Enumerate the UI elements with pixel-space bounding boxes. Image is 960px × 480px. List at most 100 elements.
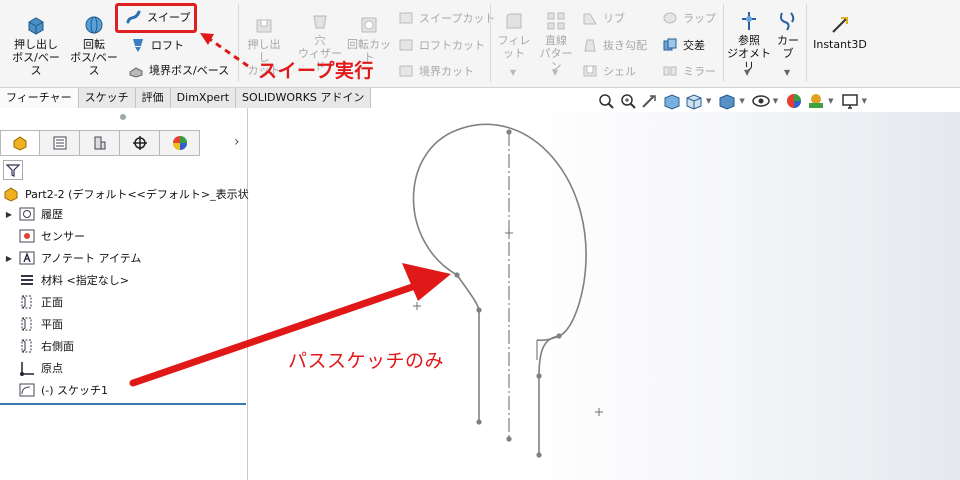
sketch-point[interactable] <box>476 307 482 313</box>
view-orientation-dropdown-icon[interactable]: ▼ <box>706 97 711 105</box>
lofted-cut-label: ロフトカット <box>419 39 485 52</box>
tree-item-material[interactable]: 材料 <指定なし> <box>0 270 129 290</box>
tab-features[interactable]: フィーチャー <box>0 88 79 108</box>
origin-icon <box>20 362 34 376</box>
feature-manager-icon <box>13 136 27 151</box>
sketch-left-neck[interactable] <box>456 274 480 422</box>
shell-label: シェル <box>603 65 636 78</box>
chevron-right-icon[interactable]: › <box>234 134 240 150</box>
apply-scene-icon[interactable] <box>806 92 826 110</box>
center-mark <box>595 408 603 416</box>
sketch-point[interactable] <box>506 436 512 442</box>
sketch-point[interactable] <box>536 373 542 379</box>
center-mark <box>505 229 513 237</box>
swept-cut-button[interactable]: スイープカット <box>398 10 495 26</box>
extrude-boss-button[interactable]: 押し出し ボス/ベース <box>8 14 64 77</box>
tab-dimxpert-manager[interactable] <box>120 130 160 156</box>
tree-item-label: センサー <box>41 230 85 243</box>
tree-item-sketch1[interactable]: (-) スケッチ1 <box>0 380 108 400</box>
tree-item-history[interactable]: ▶ 履歴 <box>0 204 63 224</box>
sketch-point[interactable] <box>476 419 482 425</box>
view-orientation-icon[interactable] <box>684 92 704 110</box>
shell-button[interactable]: シェル <box>582 63 636 79</box>
hide-show-dropdown-icon[interactable]: ▼ <box>773 97 778 105</box>
boundary-boss-button[interactable]: 境界ボス/ベース <box>128 62 229 78</box>
zoom-to-fit-icon[interactable] <box>596 92 616 110</box>
view-settings-icon[interactable] <box>840 92 860 110</box>
section-view-icon[interactable] <box>662 92 682 110</box>
revolve-boss-icon <box>85 16 103 34</box>
tab-display-manager[interactable] <box>160 130 200 156</box>
ribbon-separator <box>238 4 239 82</box>
tree-item-sensors[interactable]: センサー <box>0 226 85 246</box>
zoom-to-area-icon[interactable] <box>618 92 638 110</box>
filter-icon[interactable] <box>3 160 23 180</box>
previous-view-icon[interactable] <box>640 92 660 110</box>
tree-root-part[interactable]: Part2-2 (デフォルト<<デフォルト>_表示状態 1>) <box>0 184 284 204</box>
panel-grip[interactable] <box>120 114 126 120</box>
tab-feature-manager[interactable] <box>0 130 40 156</box>
curves-button[interactable]: カーブ <box>772 10 804 60</box>
sketch-point[interactable] <box>556 333 562 339</box>
lofted-cut-button[interactable]: ロフトカット <box>398 37 485 53</box>
expand-arrow-icon[interactable]: ▶ <box>4 210 14 219</box>
reference-geometry-button[interactable]: 参照 ジオメトリ <box>726 10 772 73</box>
wrap-button[interactable]: ラップ <box>662 10 716 26</box>
tab-property-manager[interactable] <box>40 130 80 156</box>
panel-tabs <box>0 130 200 156</box>
rollback-bar[interactable] <box>0 403 246 405</box>
ribbon-separator <box>490 4 491 82</box>
intersect-button[interactable]: 交差 <box>662 37 705 53</box>
fillet-dropdown-icon[interactable]: ▼ <box>510 68 516 77</box>
expand-arrow-icon[interactable]: ▶ <box>4 254 14 263</box>
sketch-profile-curve[interactable] <box>412 123 587 342</box>
tab-evaluate[interactable]: 評価 <box>135 88 171 108</box>
tree-item-front-plane[interactable]: 正面 <box>0 292 63 312</box>
linear-pattern-dropdown-icon[interactable]: ▼ <box>552 68 558 77</box>
hide-show-items-icon[interactable] <box>751 92 771 110</box>
sketch-point[interactable] <box>506 129 512 135</box>
loft-button[interactable]: ロフト <box>130 37 184 53</box>
plane-icon <box>21 339 32 353</box>
plane-icon <box>21 295 32 309</box>
sketch-right-neck[interactable] <box>538 335 560 455</box>
tab-configuration-manager[interactable] <box>80 130 120 156</box>
wrap-icon <box>663 12 677 24</box>
swept-cut-icon <box>399 12 413 24</box>
tree-item-label: 正面 <box>41 296 63 309</box>
display-style-dropdown-icon[interactable]: ▼ <box>739 97 744 105</box>
rib-button[interactable]: リブ <box>582 10 625 26</box>
mirror-label: ミラー <box>683 65 716 78</box>
tab-dimxpert[interactable]: DimXpert <box>170 88 237 108</box>
curves-dropdown-icon[interactable]: ▼ <box>784 68 790 77</box>
command-manager-tabs: フィーチャー スケッチ 評価 DimXpert SOLIDWORKS アドイン <box>0 88 372 108</box>
mirror-button[interactable]: ミラー <box>662 63 716 79</box>
ribbon-separator <box>723 4 724 82</box>
graphics-area[interactable] <box>249 112 960 480</box>
tree-item-annotations[interactable]: ▶ アノテート アイテム <box>0 248 141 268</box>
apply-scene-dropdown-icon[interactable]: ▼ <box>828 97 833 105</box>
tab-addins[interactable]: SOLIDWORKS アドイン <box>236 88 372 108</box>
revolve-boss-button[interactable]: 回転 ボス/ベース <box>66 14 122 77</box>
fillet-button[interactable]: フィレット <box>494 10 534 60</box>
tree-item-origin[interactable]: 原点 <box>0 358 63 378</box>
tree-item-top-plane[interactable]: 平面 <box>0 314 63 334</box>
instant3d-button[interactable]: Instant3D <box>810 14 870 51</box>
edit-appearance-icon[interactable] <box>784 92 804 110</box>
draft-button[interactable]: 抜き勾配 <box>582 37 647 53</box>
reference-geometry-dropdown-icon[interactable]: ▼ <box>744 68 750 77</box>
fillet-label: フィレット <box>497 34 531 60</box>
tree-item-right-plane[interactable]: 右側面 <box>0 336 74 356</box>
linear-pattern-button[interactable]: 直線 パターン <box>536 10 576 73</box>
display-style-icon[interactable] <box>717 92 737 110</box>
sketch-point[interactable] <box>454 272 460 278</box>
annotation-path-only: パススケッチのみ <box>288 350 445 372</box>
sketch-point[interactable] <box>536 452 542 458</box>
tree-item-label: 平面 <box>41 318 63 331</box>
sketch-canvas[interactable] <box>249 112 960 480</box>
tab-sketch[interactable]: スケッチ <box>78 88 136 108</box>
extrude-boss-label: 押し出し ボス/ベース <box>12 38 60 77</box>
lofted-cut-icon <box>399 39 413 51</box>
view-settings-dropdown-icon[interactable]: ▼ <box>862 97 867 105</box>
boundary-cut-button[interactable]: 境界カット <box>398 63 474 79</box>
